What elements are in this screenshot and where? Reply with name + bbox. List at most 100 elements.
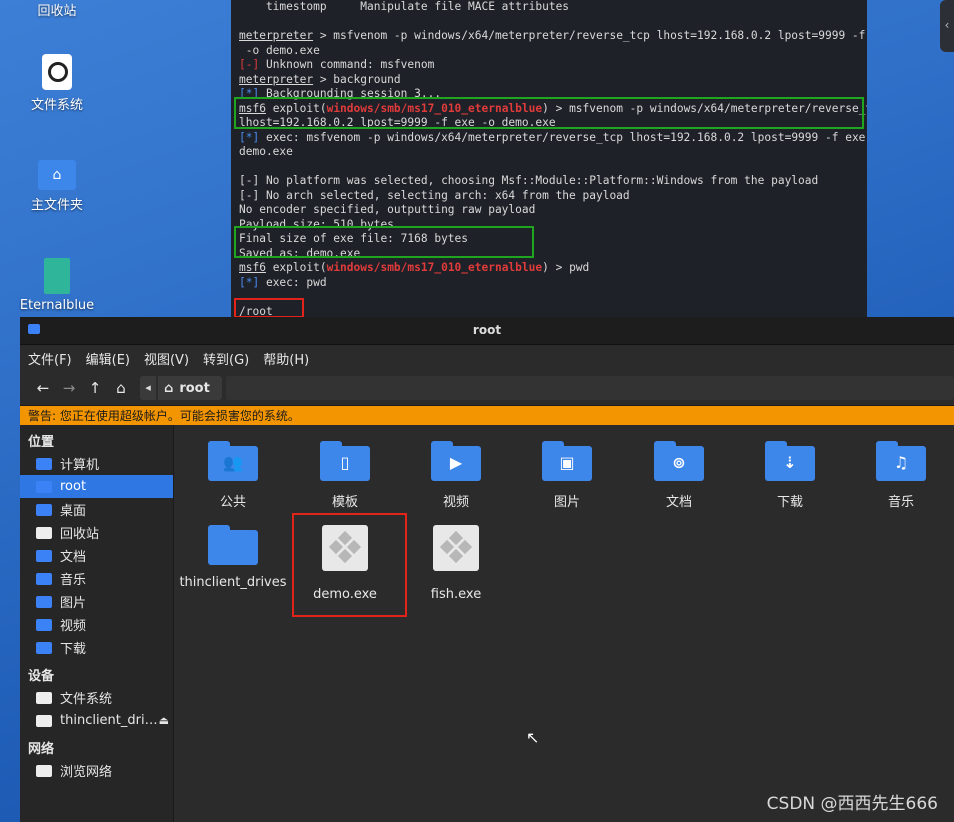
music-folder-icon: ♫ bbox=[876, 441, 926, 481]
terminal-line: No encoder specified, outputting raw pay… bbox=[239, 203, 859, 218]
forward-arrow-icon[interactable]: → bbox=[56, 379, 82, 397]
terminal-line: [-] No platform was selected, choosing M… bbox=[239, 174, 859, 189]
sidebar-item[interactable]: 图片 bbox=[20, 590, 173, 613]
file-manager-window: root 文件(F) 编辑(E) 视图(V) 转到(G) 帮助(H) ← → ↑… bbox=[20, 317, 954, 822]
file-view: 👥 公共 ▯ 模板 ▶ 视频 ▣ 图片 ⊚ 文档 ⇣ 下载 ♫ 音乐 thinclient_drives de… bbox=[174, 425, 954, 822]
window-title: root bbox=[472, 323, 502, 337]
back-arrow-icon[interactable]: ← bbox=[30, 379, 56, 397]
public-folder-icon: 👥 bbox=[208, 441, 258, 481]
terminal-line: [*] exec: msfvenom -p windows/x64/meterp… bbox=[239, 130, 865, 146]
terminal-text: msf6 bbox=[239, 261, 266, 274]
chevron-left-icon: ‹ bbox=[944, 18, 950, 32]
sidebar-item[interactable]: 计算机 bbox=[20, 452, 173, 475]
downloads-icon bbox=[36, 641, 52, 654]
sidebar-item-label: 图片 bbox=[60, 596, 87, 611]
terminal-output: timestomp Manipulate file MACE attribute… bbox=[239, 0, 867, 318]
file-name: 文档 bbox=[665, 495, 692, 510]
sidebar-item[interactable]: root bbox=[20, 475, 173, 498]
terminal-text: > background bbox=[313, 72, 401, 86]
file-name: fish.exe bbox=[430, 587, 482, 602]
menu-edit[interactable]: 编辑(E) bbox=[86, 349, 130, 368]
file-item[interactable]: ⊚ 文档 bbox=[624, 441, 734, 510]
folder-icon bbox=[208, 525, 258, 565]
terminal-text: exploit( bbox=[265, 261, 327, 274]
up-arrow-icon[interactable]: ↑ bbox=[82, 379, 108, 397]
downloads-folder-icon: ⇣ bbox=[765, 441, 815, 481]
file-name: 视频 bbox=[442, 495, 469, 510]
desktop-item-label: 主文件夹 bbox=[30, 198, 83, 213]
desktop-item-eternalblue[interactable]: Eternalblue bbox=[2, 258, 112, 313]
sidebar-item-label: thinclient_dri… bbox=[60, 713, 158, 728]
terminal-window[interactable]: timestomp Manipulate file MACE attribute… bbox=[231, 0, 867, 318]
terminal-text: [-] bbox=[239, 58, 260, 71]
desktop-item-filesystem[interactable]: 文件系统 bbox=[2, 54, 112, 113]
file-name: 模板 bbox=[331, 495, 358, 510]
file-item[interactable]: ▯ 模板 bbox=[290, 441, 400, 510]
terminal-line: [-] No arch selected, selecting arch: x6… bbox=[239, 189, 859, 204]
sidebar-item[interactable]: 文件系统 bbox=[20, 686, 173, 709]
watermark: CSDN @西西先生666 bbox=[766, 794, 938, 814]
file-item[interactable]: ▶ 视频 bbox=[401, 441, 511, 510]
sidebar: 位置 计算机 root 桌面 回收站 文档 音乐 图片 视频 下载 设备 文件系统 thinclient… bbox=[20, 425, 174, 822]
desktop-item-trash[interactable]: 回收站 bbox=[2, 0, 112, 19]
breadcrumb[interactable]: ⌂ root bbox=[158, 376, 222, 400]
home-icon[interactable]: ⌂ bbox=[108, 379, 134, 397]
sidebar-item[interactable]: 浏览网络 bbox=[20, 759, 173, 782]
sidebar-item[interactable]: thinclient_dri… ⏏ bbox=[20, 709, 173, 732]
warning-bar: 警告: 您正在使用超级帐户。可能会损害您的系统。 bbox=[20, 406, 954, 426]
sidebar-item[interactable]: 文档 bbox=[20, 544, 173, 567]
terminal-text: [*] bbox=[239, 275, 260, 289]
terminal-text: windows/smb/ms17_010_eternalblue bbox=[326, 261, 543, 274]
home-icon bbox=[36, 480, 52, 493]
desktop-item-label: 文件系统 bbox=[30, 98, 83, 113]
terminal-text: exec: msfvenom -p windows/x64/meterprete… bbox=[259, 130, 867, 144]
title-bar[interactable]: root bbox=[20, 317, 954, 345]
terminal-text: > msfvenom -p windows/x64/meterpreter/re… bbox=[313, 29, 867, 42]
sidebar-item-label: 桌面 bbox=[60, 504, 87, 519]
menu-file[interactable]: 文件(F) bbox=[28, 349, 72, 368]
drive-icon bbox=[36, 714, 52, 727]
home-folder-icon: ⌂ bbox=[38, 160, 76, 190]
menu-help[interactable]: 帮助(H) bbox=[263, 349, 309, 368]
highlight-box-demo-exe bbox=[292, 513, 407, 617]
sidebar-item-label: 计算机 bbox=[60, 458, 100, 473]
menu-bar: 文件(F) 编辑(E) 视图(V) 转到(G) 帮助(H) bbox=[20, 345, 954, 371]
sidebar-item[interactable]: 音乐 bbox=[20, 567, 173, 590]
eject-icon[interactable]: ⏏ bbox=[159, 714, 169, 727]
file-name: 公共 bbox=[219, 495, 246, 510]
terminal-text: Unknown command: msfvenom bbox=[259, 58, 435, 71]
home-icon: ⌂ bbox=[164, 380, 174, 396]
terminal-text: meterpreter bbox=[239, 29, 314, 42]
menu-go[interactable]: 转到(G) bbox=[203, 349, 249, 368]
desktop-item-label: Eternalblue bbox=[19, 298, 95, 313]
panel-handle[interactable]: ‹ bbox=[940, 0, 954, 52]
sidebar-item-label: 下载 bbox=[60, 642, 87, 657]
sidebar-item-label: 浏览网络 bbox=[60, 765, 113, 780]
terminal-text: [*] bbox=[239, 130, 260, 144]
sidebar-item-label: 回收站 bbox=[60, 527, 100, 542]
terminal-text: No encoder specified, outputting raw pay… bbox=[239, 203, 536, 216]
file-item[interactable]: fish.exe bbox=[401, 525, 511, 602]
terminal-line: [-] Unknown command: msfvenom bbox=[239, 58, 859, 73]
file-item[interactable]: 👥 公共 bbox=[178, 441, 288, 510]
file-name: thinclient_drives bbox=[179, 575, 287, 590]
desktop-item-home[interactable]: ⌂ 主文件夹 bbox=[2, 160, 112, 213]
file-item[interactable]: ⇣ 下载 bbox=[735, 441, 845, 510]
menu-view[interactable]: 视图(V) bbox=[144, 349, 189, 368]
sidebar-item[interactable]: 下载 bbox=[20, 636, 173, 659]
sidebar-item[interactable]: 视频 bbox=[20, 613, 173, 636]
file-item[interactable]: ▣ 图片 bbox=[512, 441, 622, 510]
documents-folder-icon: ⊚ bbox=[654, 441, 704, 481]
file-item[interactable]: ♫ 音乐 bbox=[846, 441, 954, 510]
sidebar-item[interactable]: 回收站 bbox=[20, 521, 173, 544]
breadcrumb-scroll-left[interactable]: ◂ bbox=[140, 376, 156, 400]
desktop-icon bbox=[36, 503, 52, 516]
trash-icon bbox=[36, 526, 52, 539]
terminal-line: -o demo.exe bbox=[239, 44, 859, 59]
terminal-line: msf6 exploit(windows/smb/ms17_010_eterna… bbox=[239, 261, 859, 276]
archive-icon bbox=[44, 258, 70, 294]
file-item[interactable]: thinclient_drives bbox=[178, 525, 288, 590]
sidebar-item-label: 视频 bbox=[60, 619, 87, 634]
sidebar-item[interactable]: 桌面 bbox=[20, 498, 173, 521]
